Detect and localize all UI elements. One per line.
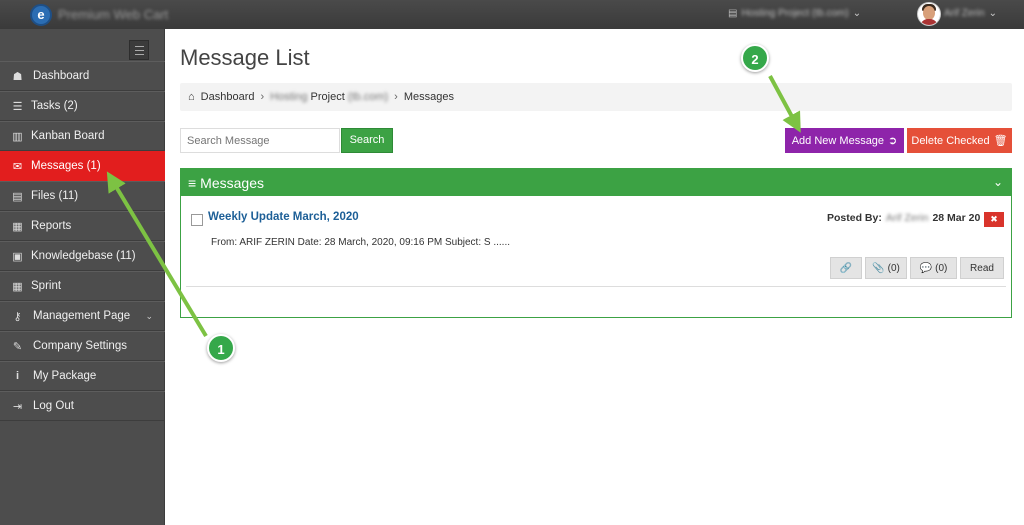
step-badge-1: 1 xyxy=(207,334,235,362)
sidebar-item-label: My Package xyxy=(33,370,97,382)
arrow-circle-right-icon: ➲ xyxy=(888,135,898,147)
copy-link-button[interactable]: 🔗 xyxy=(830,257,862,279)
book-icon: ▣ xyxy=(12,250,23,263)
sidebar-item-label: Company Settings xyxy=(33,340,127,352)
sidebar-item-dashboard[interactable]: ☗ Dashboard xyxy=(0,61,165,91)
sidebar-item-kanban-board[interactable]: ▥ Kanban Board xyxy=(0,121,165,151)
link-icon: 🔗 xyxy=(839,262,853,274)
sidebar-item-messages[interactable]: ✉ Messages (1) xyxy=(0,151,165,181)
page-title: Message List xyxy=(180,45,310,70)
comments-button[interactable]: 💬 (0) xyxy=(910,257,957,279)
comment-icon: 💬 xyxy=(919,262,933,274)
sidebar-item-company-settings[interactable]: ✎ Company Settings xyxy=(0,331,165,361)
search-button[interactable]: Search xyxy=(341,128,393,153)
sidebar-item-tasks[interactable]: ☰ Tasks (2) xyxy=(0,91,165,121)
messages-panel: ≡ Messages ⌄ Weekly Update March, 2020 P… xyxy=(180,168,1012,318)
chevron-down-icon: ⌄ xyxy=(988,8,997,19)
message-subject-link[interactable]: Weekly Update March, 2020 xyxy=(208,211,359,223)
sidebar-item-label: Files (11) xyxy=(31,190,79,202)
list-icon: ≡ xyxy=(188,174,197,191)
delete-checked-button[interactable]: Delete Checked 🗑 xyxy=(907,128,1012,153)
sidebar-item-files[interactable]: ▤ Files (11) xyxy=(0,181,165,211)
chevron-down-icon: ⌄ xyxy=(852,8,862,19)
message-author: Arif Zerin xyxy=(885,212,929,224)
sidebar-item-log-out[interactable]: ⇥ Log Out xyxy=(0,391,165,421)
bar-chart-icon: ▦ xyxy=(12,220,23,233)
breadcrumb-current: Messages xyxy=(403,91,454,103)
sidebar-item-label: Sprint xyxy=(31,280,62,292)
user-name: Arif Zerin xyxy=(944,8,985,19)
message-posted-by: Posted By: Arif Zerin 28 Mar 20 xyxy=(827,212,981,224)
sidebar-item-label: Kanban Board xyxy=(31,130,105,142)
file-icon: ▤ xyxy=(728,8,738,19)
sidebar-item-label: Reports xyxy=(31,220,72,232)
messages-panel-header[interactable]: ≡ Messages ⌄ xyxy=(181,169,1011,196)
sidebar-item-management-page[interactable]: ⚷ Management Page ⌄ xyxy=(0,301,165,331)
sidebar-item-label: Dashboard xyxy=(33,70,90,82)
file-icon: ▤ xyxy=(12,190,23,203)
tasks-icon: ☰ xyxy=(12,100,23,113)
sidebar-item-label: Management Page xyxy=(33,310,131,322)
message-date: 28 Mar 20 xyxy=(932,212,981,224)
top-bar: e Premium Web Cart ▤ Hosting Project (tb… xyxy=(0,0,1024,29)
project-selector-label: Hosting Project (tb.com) xyxy=(741,8,849,19)
breadcrumb-separator-icon: › xyxy=(394,91,398,103)
project-selector[interactable]: ▤ Hosting Project (tb.com) ⌄ xyxy=(728,8,861,19)
sidebar-nav: ☗ Dashboard ☰ Tasks (2) ▥ Kanban Board ✉… xyxy=(0,61,165,421)
search-input[interactable] xyxy=(180,128,340,153)
menu-toggle-icon[interactable] xyxy=(129,40,149,60)
add-new-message-button[interactable]: Add New Message ➲ xyxy=(785,128,904,153)
info-icon: i xyxy=(15,370,20,382)
trash-icon: 🗑 xyxy=(993,135,1008,147)
logout-icon: ⇥ xyxy=(12,400,23,413)
breadcrumb-dashboard-link[interactable]: Dashboard xyxy=(201,91,255,103)
key-icon: ⚷ xyxy=(13,310,22,323)
add-new-message-label: Add New Message xyxy=(791,134,885,147)
kanban-icon: ▥ xyxy=(12,130,23,143)
sidebar-item-label: Messages (1) xyxy=(31,160,101,172)
chevron-down-icon: ⌄ xyxy=(145,311,153,321)
delete-checked-label: Delete Checked xyxy=(911,134,990,147)
dashboard-icon: ☗ xyxy=(12,70,23,83)
message-divider xyxy=(186,286,1006,287)
sidebar-item-label: Knowledgebase (11) xyxy=(31,250,136,262)
messages-panel-title: Messages xyxy=(200,174,264,191)
calendar-icon: ▦ xyxy=(12,280,23,293)
logo-icon[interactable]: e xyxy=(30,4,52,26)
read-button[interactable]: Read xyxy=(960,257,1004,279)
envelope-icon: ✉ xyxy=(12,160,23,173)
sidebar-item-my-package[interactable]: i My Package xyxy=(0,361,165,391)
breadcrumb: ⌂ Dashboard › Hosting Project (tb.com) ›… xyxy=(180,83,1012,111)
step-badge-2: 2 xyxy=(741,44,769,72)
home-icon: ⌂ xyxy=(188,91,195,103)
paperclip-icon: 📎 xyxy=(872,262,885,274)
brand-name: Premium Web Cart xyxy=(58,7,169,22)
breadcrumb-project-link[interactable]: Hosting Project (tb.com) xyxy=(270,91,388,103)
sidebar-item-label: Log Out xyxy=(33,400,74,412)
breadcrumb-separator-icon: › xyxy=(260,91,265,103)
sidebar-item-sprint[interactable]: ▦ Sprint xyxy=(0,271,165,301)
chevron-down-icon[interactable]: ⌄ xyxy=(993,175,1003,189)
attachments-button[interactable]: 📎 (0) xyxy=(865,257,907,279)
avatar[interactable] xyxy=(918,3,940,25)
sidebar-item-reports[interactable]: ▦ Reports xyxy=(0,211,165,241)
delete-message-button[interactable]: ✖ xyxy=(984,212,1004,227)
sidebar-item-knowledgebase[interactable]: ▣ Knowledgebase (11) xyxy=(0,241,165,271)
sidebar: ☗ Dashboard ☰ Tasks (2) ▥ Kanban Board ✉… xyxy=(0,29,165,525)
sidebar-item-label: Tasks (2) xyxy=(31,100,78,112)
user-menu[interactable]: Arif Zerin ⌄ xyxy=(944,8,997,19)
message-checkbox[interactable] xyxy=(191,214,203,226)
wrench-icon: ✎ xyxy=(12,340,23,353)
message-snippet: From: ARIF ZERIN Date: 28 March, 2020, 0… xyxy=(211,237,511,248)
